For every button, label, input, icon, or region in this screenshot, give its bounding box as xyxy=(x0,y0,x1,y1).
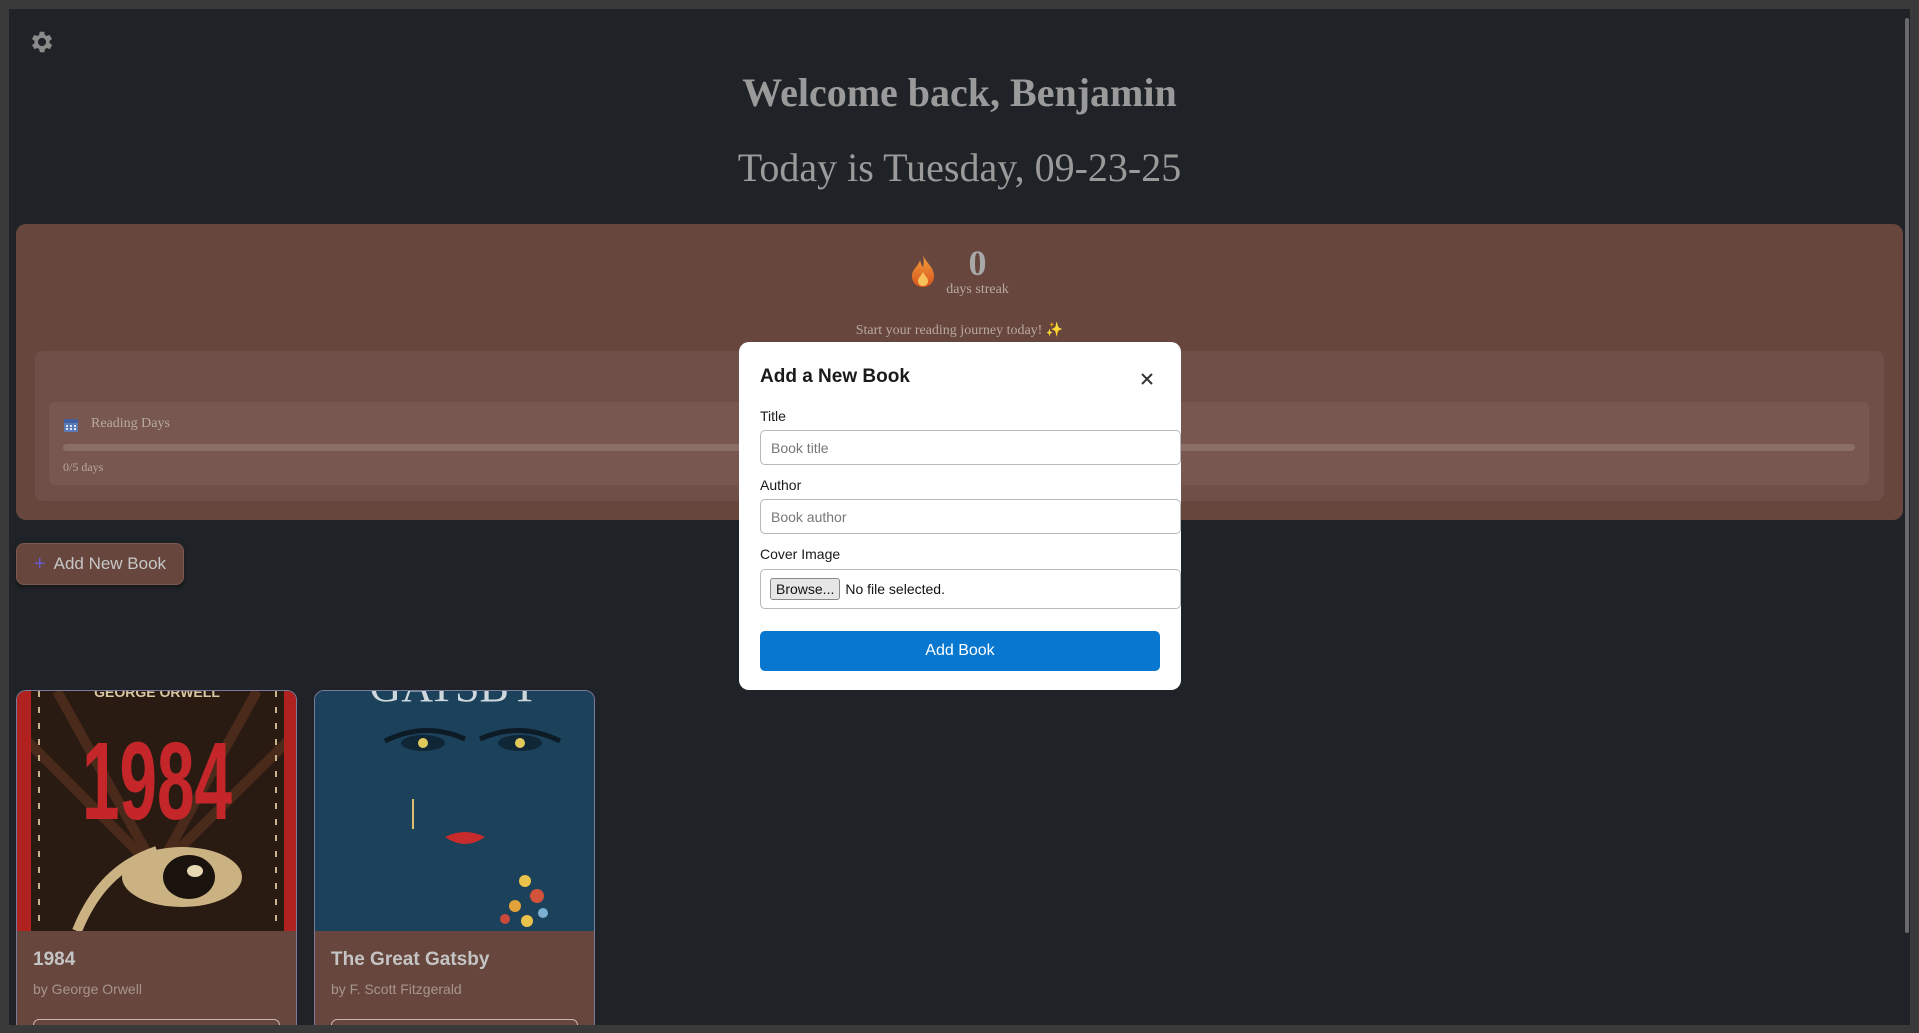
cover-title-text: 1984 xyxy=(82,720,232,843)
add-book-submit-button[interactable]: Add Book xyxy=(760,631,1160,671)
cover-image-file-input[interactable]: Browse... No file selected. xyxy=(760,569,1181,609)
cover-top-text: GEORGE ORWELL xyxy=(94,691,220,700)
settings-gear-icon[interactable] xyxy=(28,28,56,56)
book-card-1984[interactable]: GEORGE ORWELL 1984 1984 by George Orwell xyxy=(16,690,297,1025)
browse-button[interactable]: Browse... xyxy=(770,578,841,600)
page-scrollbar[interactable] xyxy=(1905,18,1909,933)
author-field-label: Author xyxy=(760,477,802,493)
book-action-button[interactable] xyxy=(33,1019,280,1025)
book-author: by George Orwell xyxy=(33,981,142,997)
streak-label: days streak xyxy=(946,282,1009,297)
add-new-book-label: Add New Book xyxy=(53,554,167,573)
book-title: 1984 xyxy=(33,949,76,970)
reading-days-label: Reading Days xyxy=(91,416,170,431)
book-title: The Great Gatsby xyxy=(331,949,490,970)
add-book-modal: Add a New Book Title Author Cover Image … xyxy=(739,342,1181,690)
calendar-icon xyxy=(64,419,78,432)
author-input[interactable] xyxy=(760,499,1181,534)
file-status-text: No file selected. xyxy=(845,581,945,597)
streak-count: 0 xyxy=(968,243,987,283)
title-input[interactable] xyxy=(760,430,1181,465)
close-icon[interactable] xyxy=(1136,368,1158,390)
modal-title: Add a New Book xyxy=(760,366,910,387)
book-cover-great-gatsby: GATSBY xyxy=(315,691,594,931)
plus-icon: + xyxy=(33,552,46,575)
today-date: Today is Tuesday, 09-23-25 xyxy=(737,145,1182,190)
cover-image-field-label: Cover Image xyxy=(760,546,841,562)
streak-message: Start your reading journey today! ✨ xyxy=(855,323,1064,338)
book-cover-1984: GEORGE ORWELL 1984 xyxy=(17,691,296,931)
flame-icon xyxy=(912,255,935,287)
title-field-label: Title xyxy=(760,408,786,424)
book-author: by F. Scott Fitzgerald xyxy=(331,981,462,997)
reading-days-count: 0/5 days xyxy=(63,460,104,474)
add-new-book-button[interactable]: + Add New Book xyxy=(16,543,184,585)
book-card-great-gatsby[interactable]: GATSBY The Great Gatsby by F. Scott Fitz… xyxy=(314,690,595,1025)
book-action-button[interactable] xyxy=(331,1019,578,1025)
cover-top-text: GATSBY xyxy=(369,691,540,711)
streak-display: 0 days streak xyxy=(16,244,1903,298)
welcome-heading: Welcome back, Benjamin xyxy=(742,70,1177,115)
